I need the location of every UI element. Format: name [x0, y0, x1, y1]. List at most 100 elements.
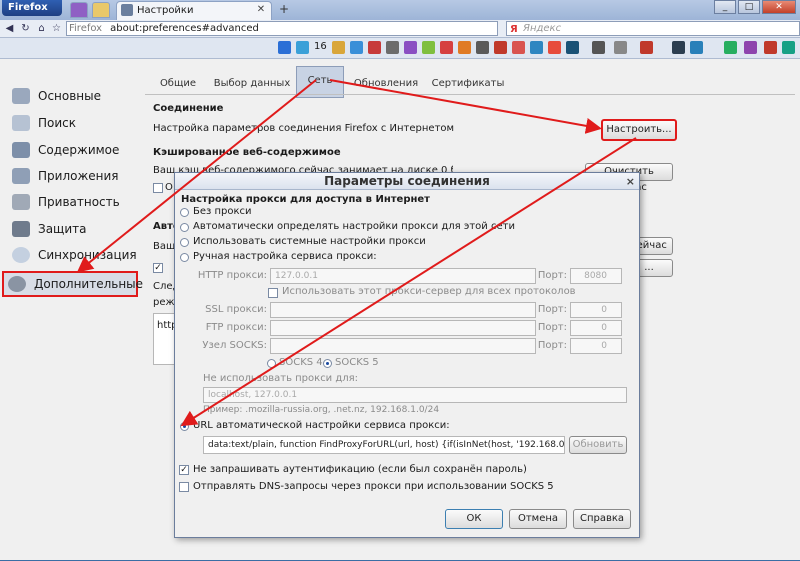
download-icon[interactable]	[296, 41, 309, 54]
sidebar-item-security[interactable]: Защита	[8, 218, 138, 240]
socks-dns-label: Отправлять DNS-запросы через прокси при …	[193, 481, 554, 492]
addon-icon-check[interactable]	[724, 41, 737, 54]
ssl-port-input[interactable]: 0	[570, 302, 622, 318]
addon-icon-yandex[interactable]	[512, 41, 525, 54]
radio-pac-url[interactable]	[180, 422, 189, 431]
radio-manual-proxy[interactable]	[180, 253, 189, 262]
minimize-button[interactable]: _	[714, 0, 736, 14]
addon-icon-window[interactable]	[672, 41, 685, 54]
dialog-title-text: Параметры соединения	[324, 174, 490, 188]
addon-icon-arrow[interactable]	[566, 41, 579, 54]
connection-header: Соединение	[153, 103, 224, 114]
configure-button[interactable]: Настроить...	[601, 119, 677, 141]
addon-icon-menu[interactable]	[782, 41, 795, 54]
switch-icon	[12, 88, 30, 104]
tab-data-choices[interactable]: Выбор данных	[210, 74, 294, 94]
lock-icon	[12, 221, 30, 237]
ssl-proxy-input[interactable]	[270, 302, 536, 318]
ftp-port-input[interactable]: 0	[570, 320, 622, 336]
http-port-input[interactable]: 8080	[570, 268, 622, 284]
sidebar-item-search[interactable]: Поиск	[8, 112, 138, 134]
tab-general[interactable]: Общие	[150, 74, 206, 94]
url-bar[interactable]: Firefox about:preferences#advanced	[66, 21, 498, 36]
http-proxy-input[interactable]: 127.0.0.1	[270, 268, 536, 284]
back-icon[interactable]: ◀	[2, 21, 17, 36]
preferences-sidebar: Основные Поиск Содержимое Приложения При…	[0, 59, 143, 560]
ftp-proxy-input[interactable]	[270, 320, 536, 336]
addon-icon-stop[interactable]	[440, 41, 453, 54]
socks-host-input[interactable]	[270, 338, 536, 354]
offline-checkbox[interactable]: ✓	[153, 263, 163, 273]
ok-button[interactable]: ОК	[445, 509, 503, 529]
use-for-all-checkbox[interactable]	[268, 288, 278, 298]
socks-dns-checkbox[interactable]	[179, 482, 189, 492]
addon-icon-box[interactable]	[592, 41, 605, 54]
search-placeholder: Яндекс	[523, 23, 562, 34]
pac-url-input[interactable]: data:text/plain, function FindProxyForUR…	[203, 436, 565, 454]
sidebar-item-sync[interactable]: Синхронизация	[8, 244, 138, 266]
addon-toolbar: 16	[0, 38, 800, 59]
sidebar-item-general[interactable]: Основные	[8, 85, 138, 107]
addon-icon-gray[interactable]	[386, 41, 399, 54]
addon-icon-dark[interactable]	[476, 41, 489, 54]
clock-icon[interactable]	[614, 41, 627, 54]
addon-icon-alert[interactable]	[494, 41, 507, 54]
folder-icon[interactable]	[350, 41, 363, 54]
radio-auto-detect[interactable]	[180, 223, 189, 232]
water-drop-icon[interactable]	[278, 41, 291, 54]
addon-icon-orange[interactable]	[458, 41, 471, 54]
window-close-button[interactable]: ✕	[762, 0, 796, 14]
addon-icon-close[interactable]	[764, 41, 777, 54]
sidebar-item-privacy[interactable]: Приватность	[8, 191, 138, 213]
http-port-label: Порт:	[537, 270, 567, 281]
new-tab-button[interactable]: +	[276, 3, 292, 17]
search-input[interactable]: Я Яндекс	[506, 21, 800, 36]
cache-header: Кэшированное веб-содержимое	[153, 147, 341, 158]
image-icon[interactable]	[332, 41, 345, 54]
help-button[interactable]: Справка	[573, 509, 631, 529]
addon-icon-shield[interactable]	[640, 41, 653, 54]
use-for-all-label: Использовать этот прокси-сервер для всех…	[282, 286, 576, 297]
tab-updates[interactable]: Обновления	[348, 74, 424, 94]
pinned-tab-icon[interactable]	[70, 2, 88, 18]
radio-socks5[interactable]	[323, 359, 332, 368]
maximize-button[interactable]: □	[738, 0, 760, 14]
addon-icon-green[interactable]	[422, 41, 435, 54]
firefox-menu-button[interactable]: Firefox	[2, 0, 62, 16]
cache-override-checkbox[interactable]	[153, 183, 163, 193]
socks-port-input[interactable]: 0	[570, 338, 622, 354]
reload-icon[interactable]: ↻	[18, 21, 33, 36]
bookmark-icon[interactable]: ☆	[49, 21, 64, 36]
no-auth-prompt-checkbox[interactable]: ✓	[179, 465, 189, 475]
close-icon[interactable]: ×	[626, 174, 635, 190]
radio-socks5-label: SOCKS 5	[335, 357, 379, 368]
socks-host-label: Узел SOCKS:	[202, 340, 267, 351]
addon-icon-screen[interactable]	[690, 41, 703, 54]
addon-icon-red[interactable]	[368, 41, 381, 54]
cache-override-label: О	[165, 182, 173, 193]
socks-port-label: Порт:	[537, 340, 567, 351]
connection-settings-dialog: Параметры соединения × Настройка прокси …	[174, 172, 640, 538]
addon-icon-fire[interactable]	[548, 41, 561, 54]
tab-settings[interactable]: Настройки ✕	[116, 1, 272, 20]
addon-icon-grid[interactable]	[744, 41, 757, 54]
close-icon[interactable]: ✕	[255, 4, 267, 16]
no-proxy-example: Пример: .mozilla-russia.org, .net.nz, 19…	[203, 405, 440, 415]
tab-certificates[interactable]: Сертификаты	[428, 74, 508, 94]
pinned-tab-icon-2[interactable]	[92, 2, 110, 18]
sidebar-item-advanced[interactable]: Дополнительные	[2, 271, 143, 297]
reload-pac-button[interactable]: Обновить	[569, 436, 627, 454]
home-icon[interactable]: ⌂	[34, 21, 49, 36]
sidebar-item-content[interactable]: Содержимое	[8, 139, 138, 161]
sidebar-item-applications[interactable]: Приложения	[8, 165, 138, 187]
radio-system-proxy[interactable]	[180, 238, 189, 247]
radio-socks4[interactable]	[267, 359, 276, 368]
offline-mode-label: реж	[153, 297, 175, 308]
sidebar-item-label: Защита	[38, 222, 87, 236]
radio-no-proxy[interactable]	[180, 208, 189, 217]
cancel-button[interactable]: Отмена	[509, 509, 567, 529]
no-proxy-input[interactable]: localhost, 127.0.0.1	[203, 387, 627, 403]
addon-icon-blue[interactable]	[530, 41, 543, 54]
addon-icon-purple[interactable]	[404, 41, 417, 54]
tab-bar: Firefox Настройки ✕ + _ □ ✕	[0, 0, 800, 21]
